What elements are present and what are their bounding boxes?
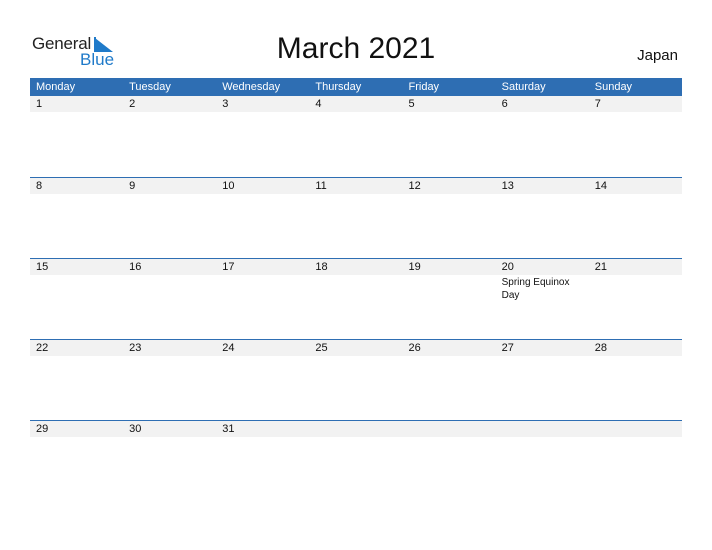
holiday-label <box>496 356 589 357</box>
holiday-label <box>216 112 309 113</box>
day-number: 31 <box>222 423 235 435</box>
holiday-label <box>589 194 682 195</box>
holiday-label <box>309 194 402 195</box>
week-row: 8 9 10 11 12 13 14 <box>30 177 682 258</box>
day-number: 4 <box>315 98 322 110</box>
holiday-label <box>30 437 123 438</box>
week-row: 29 30 31 <box>30 420 682 501</box>
events-area <box>30 356 682 357</box>
week-row: 1 2 3 4 5 6 7 <box>30 96 682 177</box>
holiday-label <box>123 437 216 438</box>
weekday-wednesday: Wednesday <box>222 81 281 93</box>
day-number <box>309 421 402 437</box>
day-number: 2 <box>129 98 136 110</box>
holiday-label <box>589 112 682 113</box>
day-number <box>589 421 682 437</box>
holiday-label <box>123 275 216 302</box>
holiday-label <box>496 194 589 195</box>
date-strip: 8 9 10 11 12 13 14 <box>30 177 682 194</box>
weekday-header: Monday Tuesday Wednesday Thursday Friday… <box>30 78 682 96</box>
events-area <box>30 112 682 113</box>
holiday-label <box>123 194 216 195</box>
date-strip: 22 23 24 25 26 27 28 <box>30 339 682 356</box>
day-number: 25 <box>315 342 328 354</box>
holiday-label <box>123 356 216 357</box>
holiday-label <box>309 437 402 438</box>
holiday-label <box>403 194 496 195</box>
holiday-label <box>309 275 402 302</box>
day-number: 20 <box>501 261 514 273</box>
page-title: March 2021 <box>276 32 436 65</box>
weekday-thursday: Thursday <box>315 81 362 93</box>
holiday-label <box>30 356 123 357</box>
holiday-label <box>309 356 402 357</box>
events-area: Spring Equinox Day <box>30 275 682 302</box>
week-row: 15 16 17 18 19 20 21 Spring Equinox Day <box>30 258 682 339</box>
day-number: 13 <box>501 180 514 192</box>
day-number: 7 <box>594 98 601 110</box>
day-number: 23 <box>129 342 142 354</box>
day-number: 22 <box>36 342 49 354</box>
weekday-monday: Monday <box>36 81 76 93</box>
week-row: 22 23 24 25 26 27 28 <box>30 339 682 420</box>
holiday-label <box>30 112 123 113</box>
day-number: 10 <box>222 180 235 192</box>
day-number: 16 <box>129 261 142 273</box>
day-number: 18 <box>315 261 328 273</box>
holiday-label <box>216 437 309 438</box>
holiday-label <box>216 194 309 195</box>
holiday-label <box>216 356 309 357</box>
day-number: 28 <box>594 342 607 354</box>
day-number: 5 <box>408 98 415 110</box>
holiday-label <box>123 112 216 113</box>
holiday-label <box>403 275 496 302</box>
holiday-label <box>30 275 123 302</box>
events-area <box>30 194 682 195</box>
day-number: 15 <box>36 261 49 273</box>
holiday-label <box>496 112 589 113</box>
weekday-friday: Friday <box>408 81 440 93</box>
day-number: 19 <box>408 261 421 273</box>
weekday-sunday: Sunday <box>594 81 633 93</box>
day-number: 29 <box>36 423 49 435</box>
day-number: 3 <box>222 98 229 110</box>
holiday-label <box>30 194 123 195</box>
holiday-label <box>589 437 682 438</box>
date-strip: 1 2 3 4 5 6 7 <box>30 96 682 112</box>
date-strip: 29 30 31 <box>30 420 682 437</box>
date-strip: 15 16 17 18 19 20 21 <box>30 258 682 275</box>
day-number: 1 <box>36 98 43 110</box>
day-number: 12 <box>408 180 421 192</box>
weekday-saturday: Saturday <box>501 81 546 93</box>
day-number: 21 <box>594 261 607 273</box>
holiday-label <box>403 356 496 357</box>
holiday-label <box>309 112 402 113</box>
day-number <box>496 421 589 437</box>
holiday-label <box>589 275 682 302</box>
day-number: 11 <box>315 180 327 192</box>
events-area <box>30 437 682 438</box>
day-number: 17 <box>222 261 235 273</box>
day-number: 24 <box>222 342 235 354</box>
holiday-label <box>403 437 496 438</box>
holiday-label <box>589 356 682 357</box>
holiday-label: Spring Equinox Day <box>501 277 570 301</box>
weekday-tuesday: Tuesday <box>129 81 171 93</box>
day-number: 14 <box>594 180 607 192</box>
day-number: 26 <box>408 342 421 354</box>
day-number: 30 <box>129 423 142 435</box>
country-label: Japan <box>637 47 678 64</box>
day-number <box>403 421 496 437</box>
holiday-label <box>403 112 496 113</box>
day-number: 8 <box>36 180 43 192</box>
day-number: 6 <box>501 98 508 110</box>
holiday-label <box>216 275 309 302</box>
day-number: 27 <box>501 342 514 354</box>
day-number: 9 <box>129 180 136 192</box>
calendar-grid: Monday Tuesday Wednesday Thursday Friday… <box>30 78 682 501</box>
holiday-label <box>496 437 589 438</box>
